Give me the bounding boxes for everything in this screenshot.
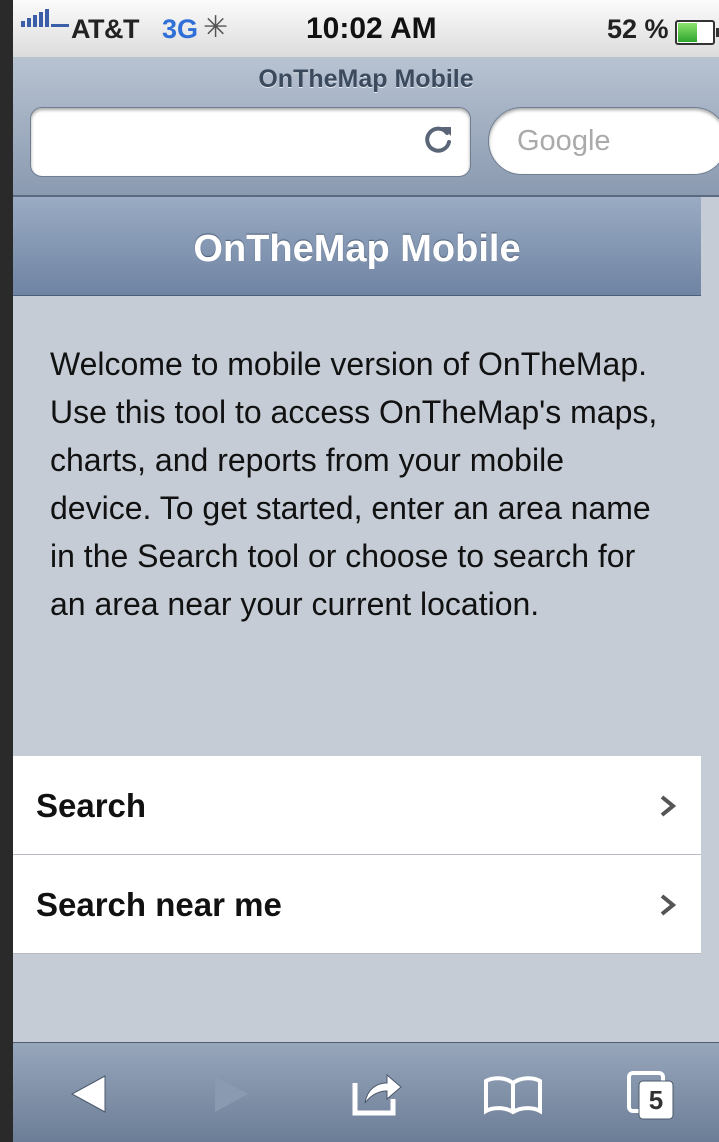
menu-item-label: Search near me (36, 886, 282, 923)
intro-text: Welcome to mobile version of OnTheMap. U… (50, 346, 658, 622)
browser-chrome: OnTheMap Mobile Google (13, 57, 719, 197)
page-header: OnTheMap Mobile (13, 197, 701, 296)
browser-page-title: OnTheMap Mobile (258, 65, 474, 93)
url-field[interactable] (30, 107, 471, 177)
carrier-label: AT&T (71, 14, 139, 44)
menu-item-search-near-me[interactable]: Search near me (13, 855, 701, 954)
scroll-track (701, 197, 719, 1042)
chevron-right-icon (660, 795, 677, 817)
back-icon[interactable] (69, 1074, 109, 1114)
battery-percentage: 52 % (607, 14, 669, 44)
activity-icon: ✳ (203, 11, 229, 44)
browser-toolbar: 5 (13, 1042, 719, 1142)
page-title: OnTheMap Mobile (193, 228, 521, 270)
chevron-right-icon (660, 894, 677, 916)
bookmarks-icon[interactable] (483, 1075, 543, 1115)
search-field[interactable]: Google (488, 107, 719, 175)
menu-item-search[interactable]: Search (13, 756, 701, 855)
reload-icon[interactable] (420, 122, 456, 158)
clock: 10:02 AM (306, 12, 437, 45)
forward-icon[interactable] (211, 1074, 251, 1114)
menu-list: Search Search near me (13, 756, 701, 954)
battery-icon (675, 20, 719, 45)
phone-screen: AT&T 3G ✳ 10:02 AM 52 % OnTheMap Mobile … (13, 0, 719, 1142)
network-label: 3G (162, 14, 199, 44)
tab-count: 5 (648, 1085, 664, 1115)
tabs-icon[interactable]: 5 (625, 1069, 677, 1121)
menu-item-label: Search (36, 787, 147, 824)
share-icon[interactable] (349, 1069, 405, 1117)
status-bar: AT&T 3G ✳ 10:02 AM 52 % (13, 0, 719, 58)
